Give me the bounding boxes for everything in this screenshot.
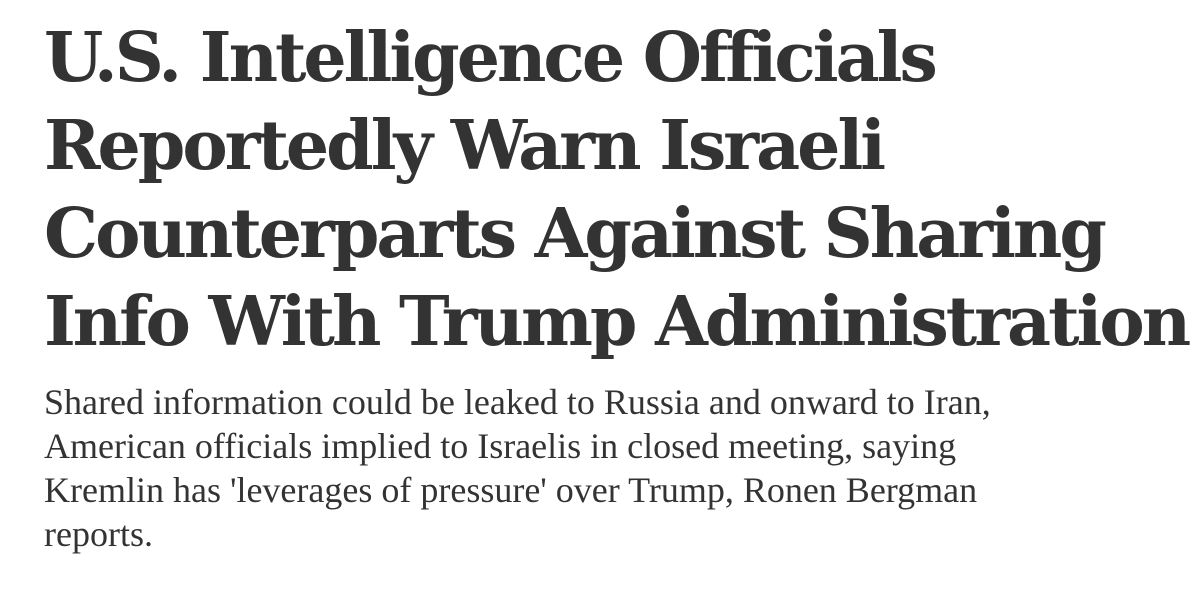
headline-line: U.S. Intelligence Officials [44,18,938,98]
summary-line: American officials implied to Israelis i… [44,426,957,466]
summary-line: Kremlin has 'leverages of pressure' over… [44,470,978,510]
headline-line: Counterparts Against Sharing [44,194,1107,274]
headline-line: Info With Trump Administration [44,282,1191,362]
headline-line: Reportedly Warn Israeli [44,106,886,186]
summary-line: reports. [44,514,153,554]
article-summary: Shared information could be leaked to Ru… [44,380,1174,556]
summary-line: Shared information could be leaked to Ru… [44,382,991,422]
headline: U.S. Intelligence Officials Reportedly W… [44,14,1191,366]
article: U.S. Intelligence Officials Reportedly W… [44,14,1191,556]
